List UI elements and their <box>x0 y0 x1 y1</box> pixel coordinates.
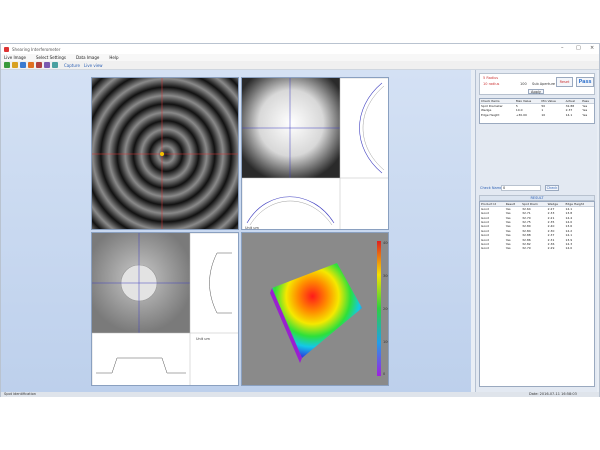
menu-help[interactable]: Help <box>109 55 118 60</box>
colorbar-tick: 0 <box>383 372 386 376</box>
maximize-button[interactable]: □ <box>576 45 581 51</box>
sub-aperture-label: Sub Aperture <box>532 82 556 86</box>
surface-3d-panel[interactable]: 400 300 200 100 0 <box>241 232 389 386</box>
surface-3d-plot <box>270 241 381 376</box>
check-name-select[interactable]: 0 <box>501 185 541 191</box>
app-icon <box>4 46 9 52</box>
status-bar: Spot identification Date: 2016-07-11 16:… <box>1 392 599 397</box>
cell: +30.00 <box>515 112 527 117</box>
check-row: Check Name 0 Check <box>479 184 595 193</box>
cell: Yes <box>582 112 588 117</box>
folder-icon[interactable] <box>12 62 18 68</box>
settings-box: 5 Radius 10 radius 100 Sub Aperture Rese… <box>479 73 595 95</box>
check-items-table: Check Items Max Value Min Value Actual P… <box>479 98 595 124</box>
menu-bar: Live Image Select Settings Data Image He… <box>1 54 599 61</box>
cell: 10 <box>541 112 546 117</box>
apply-button[interactable]: Apply <box>528 89 544 94</box>
spot-panel[interactable]: Unit um <box>91 232 239 386</box>
pass-indicator: Pass <box>576 77 594 87</box>
settings-icon[interactable] <box>44 62 50 68</box>
table-row[interactable]: Edge Height +30.00 10 14.1 Yes <box>480 112 594 117</box>
app-window: Shearing Interferometer – □ × Live Image… <box>0 43 600 397</box>
work-area: Unit um Unit um 40 30 20 10 0 <box>1 70 471 392</box>
colorbar-tick: 400 <box>383 241 388 245</box>
status-date-text: Date: 2016-07-11 16:58:03 <box>529 392 577 396</box>
capture-link[interactable]: Capture <box>64 63 80 68</box>
cell: 32.79 <box>522 246 531 251</box>
cell: Yes <box>505 246 511 251</box>
menu-live-image[interactable]: Live Image <box>4 55 26 60</box>
cell: 2.29 <box>547 246 555 251</box>
table-row[interactable]: Good Yes 32.79 2.29 14.0 <box>480 246 594 250</box>
close-button[interactable]: × <box>590 45 594 51</box>
radius-10-radio[interactable]: 10 radius <box>483 82 499 86</box>
intensity-profile-view <box>242 78 388 229</box>
status-left-text: Spot identification <box>4 392 36 396</box>
toolbar: Capture Live view <box>1 61 599 70</box>
sub-aperture-value[interactable]: 100 <box>520 82 527 86</box>
colorbar-tick: 200 <box>383 307 388 311</box>
intensity-panel[interactable]: Unit um <box>241 77 389 230</box>
export-icon[interactable] <box>52 62 58 68</box>
check-button[interactable]: Check <box>545 185 559 191</box>
reset-button[interactable]: Reset <box>556 77 573 87</box>
cell: Good <box>481 246 489 251</box>
menu-data-image[interactable]: Data Image <box>76 55 99 60</box>
stop-icon[interactable] <box>36 62 42 68</box>
live-view-link[interactable]: Live view <box>84 63 103 68</box>
cell: Edge Height <box>481 112 500 117</box>
cell: 14.1 <box>565 112 573 117</box>
spot-profile-view <box>92 233 238 385</box>
control-side-panel: 5 Radius 10 radius 100 Sub Aperture Rese… <box>475 70 597 392</box>
colorbar-tick: 300 <box>383 274 388 278</box>
intensity-unit-label: Unit um <box>245 226 259 230</box>
check-name-label: Check Name <box>480 186 503 190</box>
radius-5-radio[interactable]: 5 Radius <box>483 76 498 80</box>
results-table[interactable]: Product Id Result Spot Diam Wedge Edge H… <box>479 201 595 387</box>
title-bar: Shearing Interferometer – □ × <box>1 44 599 54</box>
cell: 14.0 <box>565 246 573 251</box>
interferogram-image <box>92 78 238 229</box>
open-icon[interactable] <box>4 62 10 68</box>
window-title: Shearing Interferometer <box>12 46 61 52</box>
save-icon[interactable] <box>20 62 26 68</box>
menu-select-settings[interactable]: Select Settings <box>36 55 66 60</box>
camera-icon[interactable] <box>28 62 34 68</box>
interferogram-panel[interactable] <box>91 77 239 230</box>
minimize-button[interactable]: – <box>561 45 564 51</box>
spot-unit-label: Unit um <box>196 337 210 341</box>
colorbar-tick: 100 <box>383 340 388 344</box>
